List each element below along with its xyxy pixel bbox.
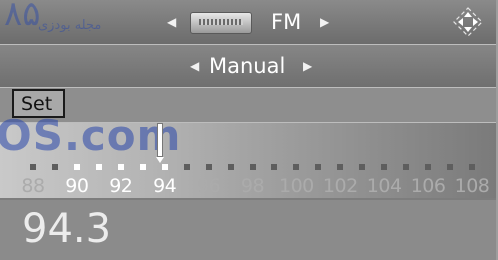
scale-tick — [30, 164, 36, 170]
scale-tick — [205, 164, 212, 170]
frequency-value: 94.3 — [22, 206, 112, 252]
scale-label: 104 — [366, 175, 402, 197]
scale-label: 106 — [410, 175, 446, 197]
mode-prev-arrow-icon[interactable]: ◀ — [190, 60, 199, 72]
scale-label: 94 — [153, 175, 177, 197]
scale-tick — [469, 164, 475, 170]
tuning-needle[interactable] — [156, 123, 165, 163]
scale-tick — [51, 164, 58, 170]
scale-label: 92 — [109, 175, 133, 197]
scale-tick — [403, 164, 410, 170]
scale-label: 102 — [322, 175, 358, 197]
radio-screen: ۸۵ مجله بودزی ◀ FM ▶ ◀ Manual ▶ Set OS.c… — [0, 0, 498, 260]
radio-icon — [190, 12, 252, 34]
title-bar: ۸۵ مجله بودزی ◀ FM ▶ — [0, 0, 498, 44]
scale-tick — [447, 164, 454, 170]
scale-tick — [227, 164, 234, 170]
watermark-site: OS.com — [0, 111, 182, 160]
scale-tick — [337, 164, 344, 170]
scale-tick — [271, 164, 278, 170]
mode-next-arrow-icon[interactable]: ▶ — [303, 60, 312, 72]
scale-label: 88 — [21, 175, 45, 197]
navigation-arrows-icon[interactable] — [452, 6, 484, 38]
mode-label: Manual — [209, 54, 286, 78]
frequency-display: 94.3 — [0, 200, 498, 260]
scale-tick — [183, 164, 190, 170]
scale-tick — [359, 164, 366, 170]
scale-tick — [425, 164, 432, 170]
scale-tick — [249, 164, 256, 170]
scale-label: 90 — [65, 175, 89, 197]
band-next-arrow-icon[interactable]: ▶ — [320, 16, 329, 28]
scale-tick — [139, 164, 146, 170]
frequency-scale[interactable]: OS.com 88 90 92 94 96 98 100 102 104 106 108 — [0, 111, 498, 198]
scale-tick — [73, 164, 80, 170]
watermark-arabic: ۸۵ — [4, 0, 41, 34]
watermark-arabic-sub: مجله بودزی — [38, 18, 102, 33]
scale-label: 98 — [240, 175, 265, 197]
scale-label: 100 — [279, 175, 314, 197]
scale-tick — [161, 164, 168, 170]
band-label: FM — [271, 10, 302, 34]
mode-selector[interactable]: ◀ Manual ▶ — [0, 45, 498, 87]
scale-tick — [95, 164, 102, 170]
scale-tick — [293, 164, 300, 170]
scale-label: 108 — [454, 175, 490, 197]
scale-label: 96 — [197, 175, 221, 197]
scale-tick — [315, 164, 322, 170]
scale-tick — [381, 164, 388, 170]
band-prev-arrow-icon[interactable]: ◀ — [167, 16, 176, 28]
scale-tick — [117, 164, 124, 170]
